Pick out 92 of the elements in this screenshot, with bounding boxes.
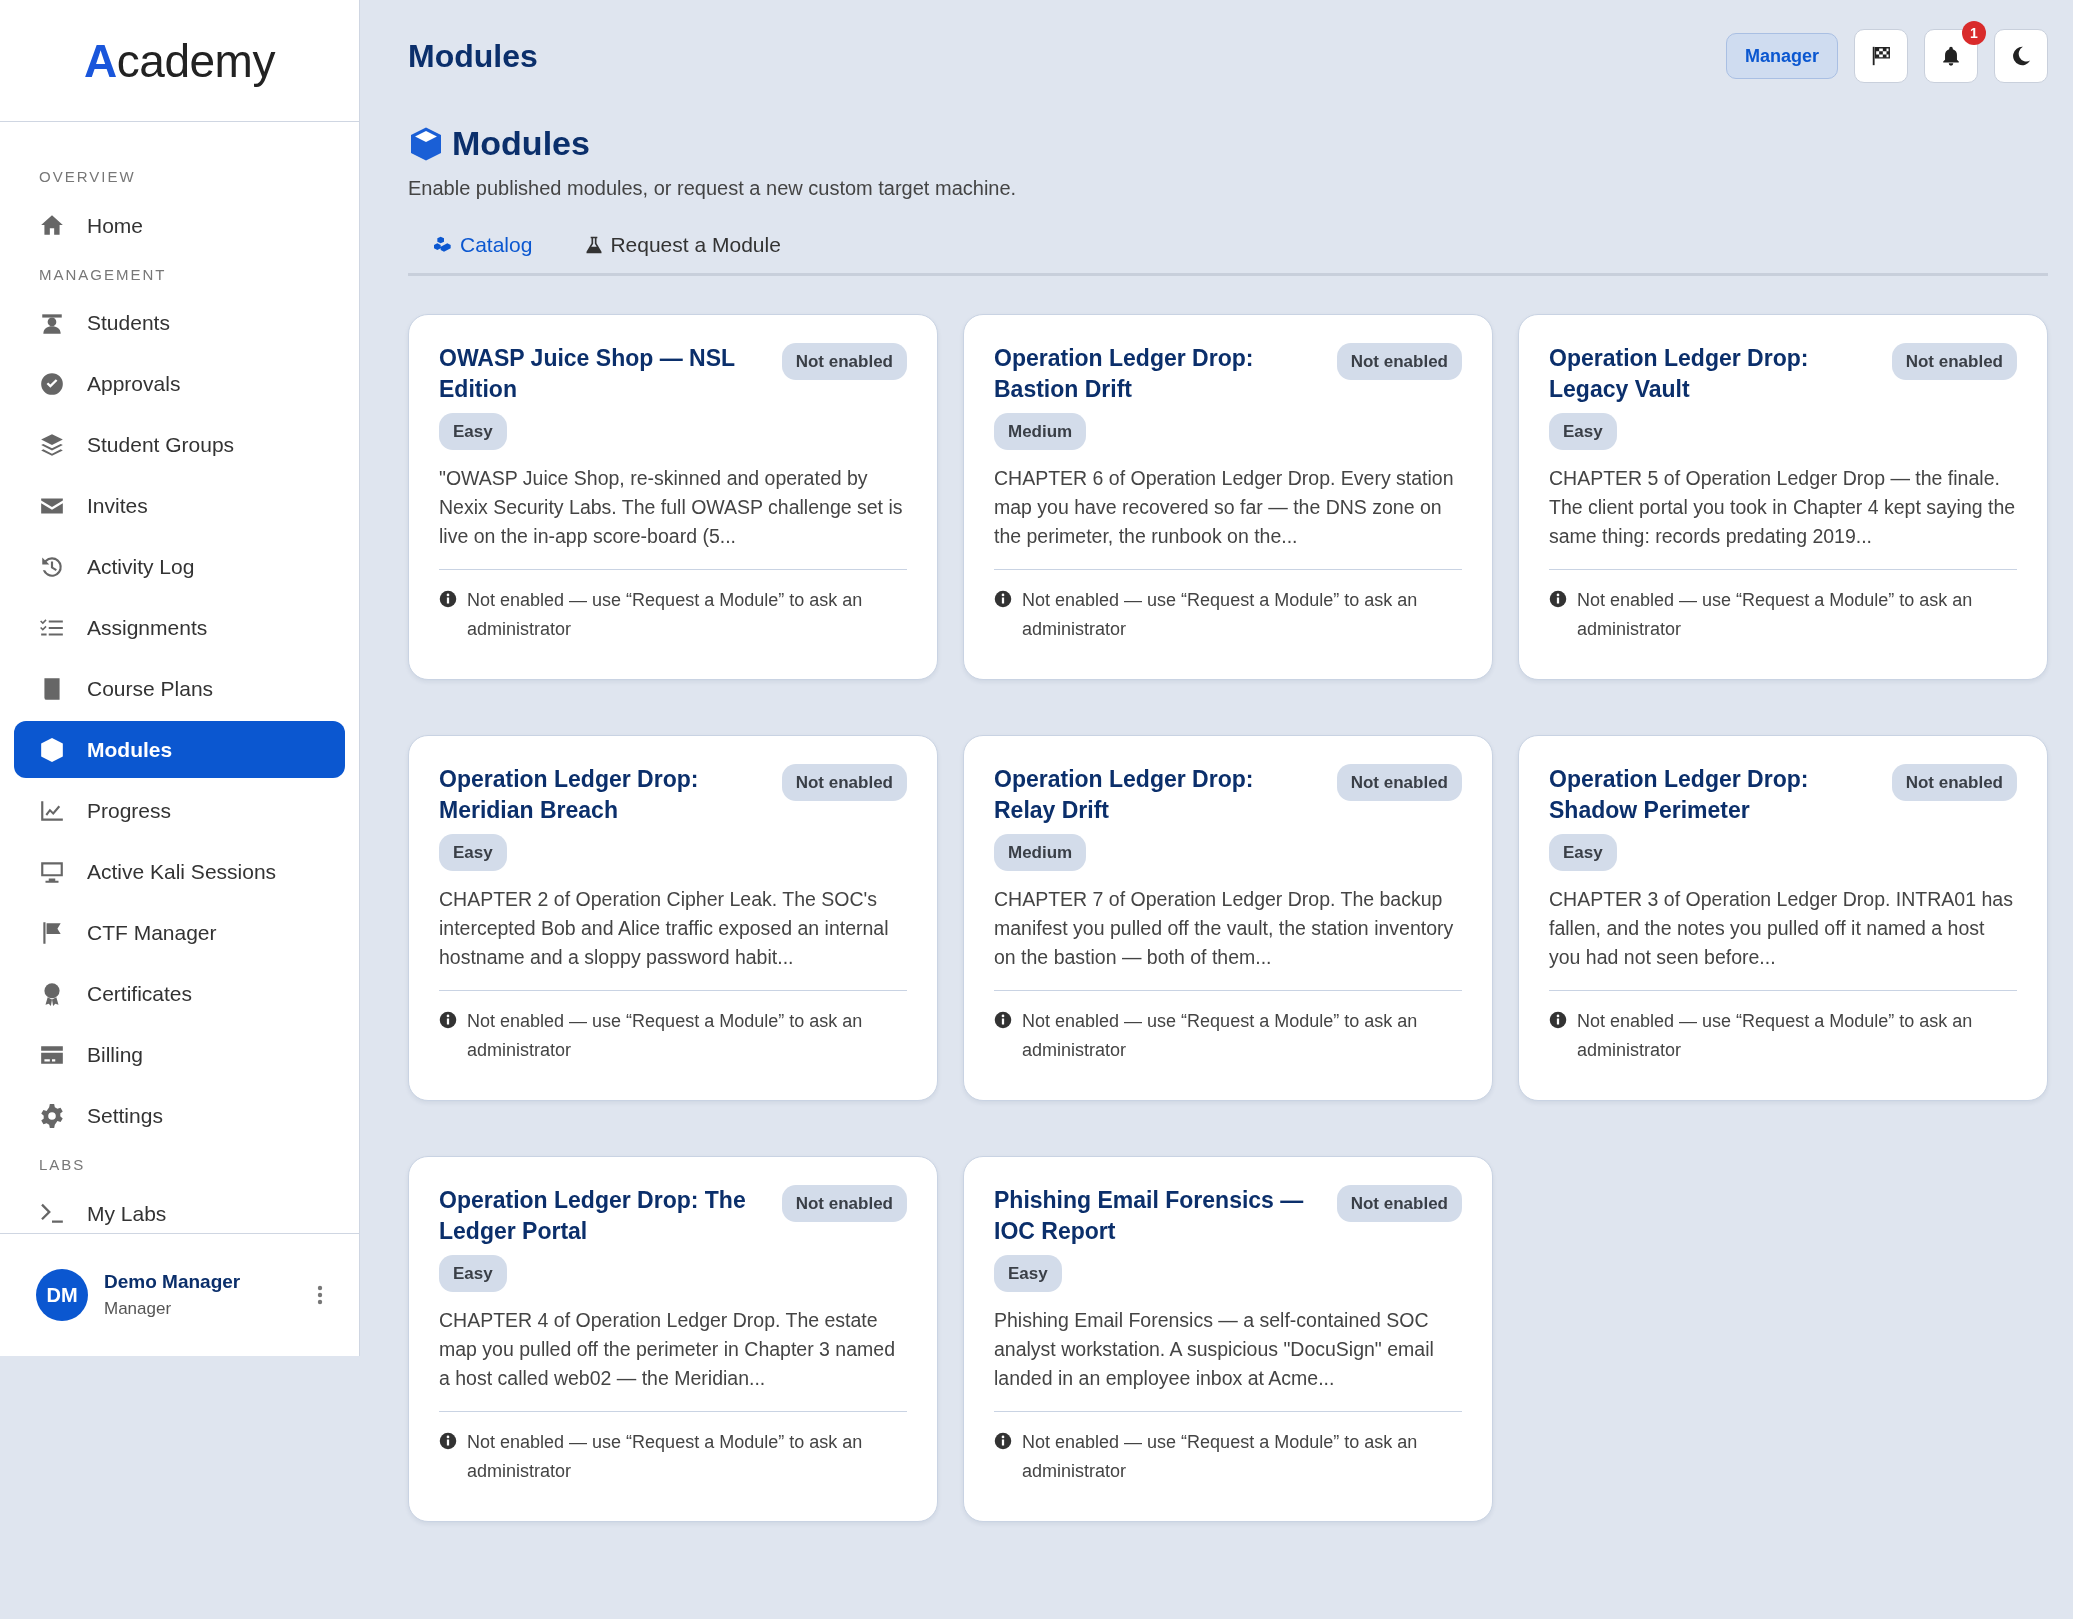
sidebar-item[interactable]: Billing bbox=[14, 1026, 345, 1084]
tab[interactable]: Catalog bbox=[434, 229, 533, 273]
difficulty-badge: Easy bbox=[439, 412, 507, 450]
checkered-flag-icon bbox=[1870, 45, 1892, 67]
tab[interactable]: Request a Module bbox=[584, 229, 781, 273]
card-title: Operation Ledger Drop: Legacy Vault bbox=[1549, 343, 1810, 404]
flag-button[interactable] bbox=[1854, 29, 1908, 83]
role-button[interactable]: Manager bbox=[1725, 33, 1838, 79]
notifications-button[interactable] bbox=[1924, 29, 1978, 83]
card-description: "OWASP Juice Shop, re-skinned and operated by Nexix Security Labs. The full OWASP challenge set is live on the in-app score-board (5... bbox=[439, 466, 904, 549]
page-title: Modules bbox=[408, 37, 538, 76]
card-note: Not enabled — use “Request a Module” to ask an administrator bbox=[467, 1010, 864, 1062]
card-title: Operation Ledger Drop: The Ledger Portal bbox=[439, 1185, 747, 1246]
card-title: Operation Ledger Drop: Meridian Breach bbox=[439, 764, 700, 825]
info-icon bbox=[1549, 1011, 1567, 1029]
difficulty-badge: Easy bbox=[1549, 412, 1617, 450]
status-badge: Not enabled bbox=[781, 1184, 907, 1222]
gear-icon bbox=[39, 1103, 65, 1129]
status-badge: Not enabled bbox=[1891, 763, 2017, 801]
card-note: Not enabled — use “Request a Module” to ask an administrator bbox=[1022, 589, 1419, 641]
sidebar-item[interactable]: CTF Manager bbox=[14, 904, 345, 962]
cube-icon bbox=[408, 125, 444, 162]
section-heading: OVERVIEW bbox=[38, 167, 137, 188]
difficulty-badge: Easy bbox=[439, 1254, 507, 1292]
card-description: CHAPTER 7 of Operation Ledger Drop. The backup manifest you pulled off the vault, the station inventory on the bastion — both of them... bbox=[994, 887, 1455, 970]
bell-icon bbox=[1940, 45, 1962, 67]
difficulty-badge: Medium bbox=[994, 412, 1087, 450]
flask-icon bbox=[584, 234, 605, 255]
card-description: CHAPTER 2 of Operation Cipher Leak. The SOC's intercepted Bob and Alice traffic exposed an internal hostname and a sloppy password habit... bbox=[439, 887, 890, 970]
section-heading: Modules bbox=[452, 123, 590, 164]
sidebar-item[interactable]: Certificates bbox=[14, 965, 345, 1023]
difficulty-badge: Easy bbox=[439, 833, 507, 871]
sidebar-item[interactable]: Approvals bbox=[14, 355, 345, 413]
sidebar-item[interactable]: Assignments bbox=[14, 599, 345, 657]
difficulty-badge: Medium bbox=[994, 833, 1087, 871]
cube-icon bbox=[39, 737, 65, 763]
info-icon bbox=[994, 1432, 1012, 1450]
sidebar-item[interactable]: Course Plans bbox=[14, 660, 345, 718]
status-badge: Not enabled bbox=[1336, 1184, 1462, 1222]
info-icon bbox=[994, 1011, 1012, 1029]
card-title: Operation Ledger Drop: Bastion Drift bbox=[994, 343, 1255, 404]
theme-toggle-button[interactable] bbox=[1994, 29, 2048, 83]
sidebar-item[interactable]: Invites bbox=[14, 477, 345, 535]
card-description: Phishing Email Forensics — a self-contained SOC analyst workstation. A suspicious "DocuSign" email landed in an employee inbox at Acme... bbox=[994, 1308, 1435, 1391]
sidebar-item[interactable]: My Labs bbox=[14, 1185, 345, 1233]
status-badge: Not enabled bbox=[1336, 342, 1462, 380]
chart-line-icon bbox=[39, 798, 65, 824]
info-icon bbox=[439, 1011, 457, 1029]
sidebar-item[interactable]: Student Groups bbox=[14, 416, 345, 474]
status-badge: Not enabled bbox=[1891, 342, 2017, 380]
moon-icon bbox=[2010, 45, 2032, 67]
card-note: Not enabled — use “Request a Module” to ask an administrator bbox=[1022, 1431, 1419, 1483]
sidebar-item[interactable]: Students bbox=[14, 294, 345, 352]
section-heading: MANAGEMENT bbox=[38, 265, 168, 285]
section-heading: LABS bbox=[38, 1155, 87, 1176]
section-subtitle: Enable published modules, or request a new custom target machine. bbox=[408, 176, 1018, 201]
avatar: DM bbox=[36, 1268, 88, 1321]
card-note: Not enabled — use “Request a Module” to ask an administrator bbox=[1022, 1010, 1419, 1062]
sidebar-item[interactable]: Settings bbox=[14, 1087, 345, 1145]
sidebar-item[interactable]: Home bbox=[14, 197, 345, 254]
card-description: CHAPTER 6 of Operation Ledger Drop. Every station map you have recovered so far — the DNS zone on the perimeter, the runbook on the... bbox=[994, 466, 1455, 549]
card-note: Not enabled — use “Request a Module” to ask an administrator bbox=[467, 1431, 864, 1483]
difficulty-badge: Easy bbox=[994, 1254, 1062, 1292]
card-title: OWASP Juice Shop — NSL Edition bbox=[439, 343, 736, 404]
info-icon bbox=[994, 590, 1012, 608]
status-badge: Not enabled bbox=[1336, 763, 1462, 801]
info-icon bbox=[1549, 590, 1567, 608]
notification-badge: 1 bbox=[1962, 21, 1986, 45]
user-role: Manager bbox=[104, 1298, 173, 1321]
status-badge: Not enabled bbox=[781, 342, 907, 380]
monitor-icon bbox=[39, 859, 65, 885]
more-icon[interactable] bbox=[317, 1284, 323, 1305]
history-icon bbox=[39, 554, 65, 580]
card-note: Not enabled — use “Request a Module” to ask an administrator bbox=[467, 589, 864, 641]
card-note: Not enabled — use “Request a Module” to ask an administrator bbox=[1577, 1010, 1974, 1062]
difficulty-badge: Easy bbox=[1549, 833, 1617, 871]
card-title: Operation Ledger Drop: Shadow Perimeter bbox=[1549, 764, 1810, 825]
info-icon bbox=[439, 590, 457, 608]
sidebar-item[interactable]: Active Kali Sessions bbox=[14, 843, 345, 901]
card-note: Not enabled — use “Request a Module” to ask an administrator bbox=[1577, 589, 1974, 641]
card-description: CHAPTER 3 of Operation Ledger Drop. INTRA01 has fallen, and the notes you pulled off it named a host you had not seen before... bbox=[1549, 887, 2014, 970]
card-title: Phishing Email Forensics — IOC Report bbox=[994, 1185, 1305, 1246]
sidebar-item[interactable]: Modules bbox=[14, 721, 345, 779]
card-title: Operation Ledger Drop: Relay Drift bbox=[994, 764, 1255, 825]
card-description: CHAPTER 5 of Operation Ledger Drop — the finale. The client portal you took in Chapter 4 kept saying the same thing: records predating 2019... bbox=[1549, 466, 2017, 549]
layers-icon bbox=[39, 432, 65, 458]
card-description: CHAPTER 4 of Operation Ledger Drop. The estate map you pulled off the perimeter in Chapter 3 named a host called web02 — the Meridian... bbox=[439, 1308, 896, 1391]
sidebar-item[interactable]: Progress bbox=[14, 782, 345, 840]
info-icon bbox=[439, 1432, 457, 1450]
user-name: Demo Manager bbox=[104, 1269, 242, 1294]
status-badge: Not enabled bbox=[781, 763, 907, 801]
sidebar-item[interactable]: Activity Log bbox=[14, 538, 345, 596]
